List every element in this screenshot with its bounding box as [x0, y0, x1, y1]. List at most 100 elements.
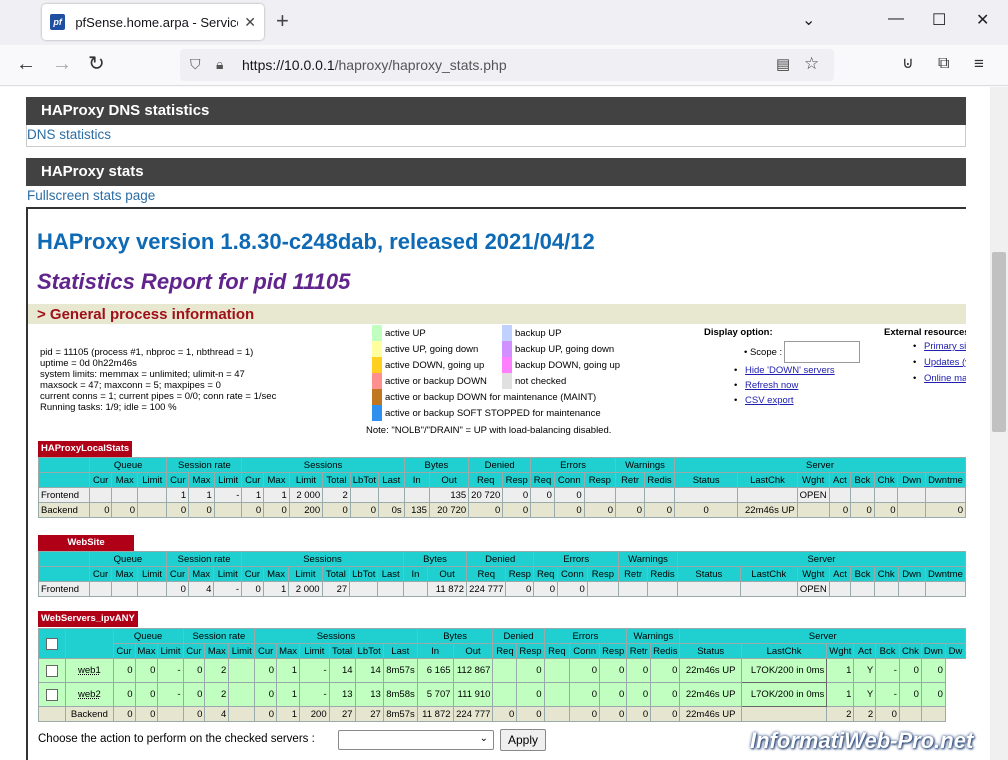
- dns-statistics-link[interactable]: DNS statistics: [27, 127, 111, 142]
- column-header: Redis: [644, 472, 675, 488]
- column-header: Req: [530, 472, 555, 488]
- csv-export-link[interactable]: CSV export: [745, 395, 794, 406]
- table-cell: 0: [188, 502, 215, 518]
- table-cell: Y: [853, 658, 877, 683]
- display-option-title: Display option:: [704, 327, 773, 338]
- column-header: Dwn: [897, 472, 926, 488]
- column-header: Out: [452, 643, 494, 659]
- back-icon[interactable]: ←: [16, 54, 36, 74]
- table-cell: 0: [533, 581, 559, 597]
- server-name[interactable]: web1: [65, 658, 114, 683]
- server-name[interactable]: web2: [65, 682, 114, 707]
- close-window-icon[interactable]: ✕: [976, 10, 989, 30]
- fullscreen-stats-link[interactable]: Fullscreen stats page: [27, 188, 155, 203]
- table-cell: 0: [241, 581, 264, 597]
- table-cell: 1: [826, 682, 855, 707]
- table-cell: 0: [875, 706, 900, 722]
- minimize-icon[interactable]: —: [888, 10, 904, 28]
- proxy-name-haproxylocalstats[interactable]: HAProxyLocalStats: [38, 441, 133, 457]
- scope-input[interactable]: [784, 341, 860, 363]
- browser-tab[interactable]: pf pfSense.home.arpa - Services: HAProxy…: [42, 4, 264, 40]
- column-header: Limit: [288, 566, 323, 582]
- forward-icon[interactable]: →: [52, 54, 72, 74]
- chevron-down-icon: ⌄: [479, 733, 488, 744]
- column-group-header: [65, 628, 114, 659]
- column-header: Dwn: [897, 566, 926, 582]
- column-group-header: Session rate: [166, 457, 243, 473]
- column-header: Limit: [299, 643, 330, 659]
- table-cell: [850, 581, 875, 597]
- reload-icon[interactable]: ↻: [88, 54, 105, 74]
- url-bar[interactable]: ⛉ 🔒︎ https://10.0.0.1/haproxy/haproxy_st…: [180, 49, 834, 81]
- table-cell: 0: [599, 658, 628, 683]
- server-checkbox[interactable]: [46, 688, 59, 701]
- column-header: Conn: [557, 566, 588, 582]
- column-header: Resp: [516, 643, 545, 659]
- column-header: Redis: [650, 643, 681, 659]
- legend-swatch: [372, 341, 382, 357]
- proxy-name-website[interactable]: WebSite: [38, 535, 134, 551]
- table-cell: 200: [299, 706, 330, 722]
- column-group-header: [38, 457, 90, 473]
- close-tab-icon[interactable]: ✕: [244, 14, 256, 31]
- page-scrollbar[interactable]: [990, 87, 1008, 760]
- column-header: Limit: [137, 472, 168, 488]
- table-cell: [676, 581, 741, 597]
- column-header: Total: [321, 566, 351, 582]
- tab-list-icon[interactable]: ⌄: [802, 10, 815, 30]
- url-text[interactable]: https://10.0.0.1/haproxy/haproxy_stats.p…: [242, 57, 507, 73]
- page-viewport: HAProxy DNS statistics DNS statistics HA…: [0, 87, 990, 760]
- column-group-header: Warnings: [626, 628, 681, 644]
- column-group-header: Server: [676, 551, 966, 567]
- table-cell: 8m57s: [382, 658, 418, 683]
- column-group-header: Server: [679, 628, 966, 644]
- table-cell: L7OK/200 in 0ms: [740, 682, 828, 707]
- shield-icon[interactable]: ⛉: [190, 56, 201, 73]
- table-cell: 0: [553, 487, 585, 503]
- hide-down-servers-link[interactable]: Hide 'DOWN' servers: [745, 365, 835, 376]
- external-resources-title: External resources:: [884, 327, 966, 338]
- column-header: Chk: [873, 566, 899, 582]
- column-group-header: Bytes: [416, 628, 494, 644]
- new-tab-icon[interactable]: +: [276, 9, 289, 33]
- column-header: Retr: [614, 472, 646, 488]
- url-host: https://10.0.0.1: [242, 57, 335, 73]
- legend-swatch: [372, 405, 382, 421]
- table-cell: [349, 581, 379, 597]
- legend-swatch: [372, 373, 382, 389]
- reader-view-icon[interactable]: ▤: [776, 55, 790, 73]
- column-header: Max: [204, 643, 230, 659]
- table-cell: 13: [354, 682, 384, 707]
- table-cell: [873, 581, 899, 597]
- server-checkbox[interactable]: [46, 664, 59, 677]
- table-cell: 22m46s UP: [737, 502, 798, 518]
- online-manual-link[interactable]: Online manual: [924, 373, 966, 384]
- table-cell: [378, 487, 405, 503]
- updates-link[interactable]: Updates (v1.8): [924, 357, 966, 368]
- table-cell: [898, 706, 922, 722]
- proxy-name-webservers[interactable]: WebServers_ipvANY: [38, 611, 138, 627]
- table-cell: [897, 502, 926, 518]
- table-cell: 0: [112, 658, 136, 683]
- pocket-icon[interactable]: ⊍: [902, 54, 914, 74]
- scrollbar-thumb[interactable]: [992, 252, 1006, 432]
- refresh-now-link[interactable]: Refresh now: [745, 380, 798, 391]
- extensions-icon[interactable]: ⧉: [938, 54, 949, 74]
- select-all-checkbox[interactable]: [46, 637, 59, 650]
- table-cell: 5 707: [416, 682, 454, 707]
- menu-icon[interactable]: ≡: [974, 54, 984, 74]
- tab-title: pfSense.home.arpa - Services: HAProxy: [75, 14, 238, 30]
- apply-button[interactable]: Apply: [500, 729, 546, 751]
- lock-icon[interactable]: 🔒︎: [216, 56, 223, 73]
- bookmark-star-icon[interactable]: ☆: [804, 54, 819, 74]
- action-select[interactable]: ⌄: [338, 730, 494, 750]
- table-cell: 14: [328, 658, 356, 683]
- column-group-header: Denied: [468, 457, 532, 473]
- column-header: Retr: [618, 566, 649, 582]
- table-cell: 1: [276, 706, 301, 722]
- checkbox-cell: [37, 682, 67, 707]
- table-cell: 0: [505, 581, 535, 597]
- table-cell: 0: [673, 502, 739, 518]
- primary-site-link[interactable]: Primary site: [924, 341, 966, 352]
- maximize-icon[interactable]: ☐: [932, 10, 946, 30]
